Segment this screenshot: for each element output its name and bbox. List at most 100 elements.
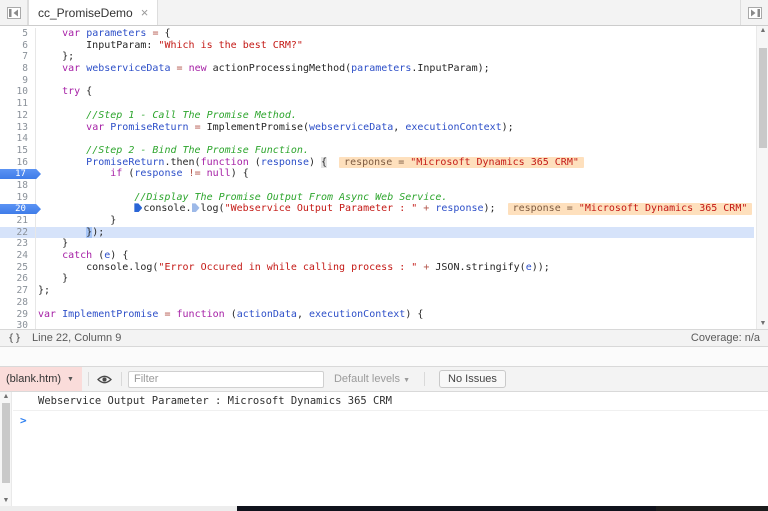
code-token: response [134,168,183,180]
code-lines: 5 var parameters = {6 InputParam: "Which… [0,28,754,329]
code-token: if [110,168,123,180]
inline-value-text: "Microsoft Dynamics 365 CRM" [578,203,748,215]
line-number[interactable]: 17 [0,168,41,180]
code-token: "Which is the best CRM?" [158,39,303,51]
line-number[interactable]: 19 [0,191,36,204]
code-token: != [188,168,201,180]
line-number[interactable]: 25 [0,261,36,274]
line-number[interactable]: 22 [0,226,36,239]
code-token: ); [483,203,496,215]
line-number[interactable]: 18 [0,179,36,192]
code-token: actionData [236,308,297,320]
line-number[interactable]: 26 [0,273,36,286]
code-token: }; [38,285,51,297]
scroll-down-icon[interactable]: ▼ [0,496,12,506]
line-number[interactable]: 12 [0,109,36,122]
line-number[interactable]: 15 [0,144,36,157]
line-number[interactable]: 14 [0,133,36,145]
line-number[interactable]: 7 [0,51,36,64]
code-token: response [260,156,309,168]
console-context-selector[interactable]: (blank.htm) ▼ [0,367,82,391]
code-line: 12 //Step 1 - Call The Promise Method. [0,109,754,122]
console-scrollbar[interactable]: ▲ ▼ [0,392,12,506]
code-line: 28 [0,296,754,309]
code-token: var [38,308,57,320]
line-number[interactable]: 23 [0,238,36,251]
console-scrollbar-thumb[interactable] [2,403,10,483]
line-number[interactable]: 24 [0,250,36,262]
line-number[interactable]: 27 [0,285,36,297]
code-text: } [36,238,754,250]
code-token: JSON.stringify( [429,261,526,273]
chevron-down-icon: ▼ [67,375,74,383]
code-token: .InputParam); [411,63,490,75]
line-number[interactable]: 6 [0,39,36,52]
tab-cc-promisedemo[interactable]: cc_PromiseDemo × [28,0,159,25]
scroll-down-icon[interactable]: ▼ [757,319,768,329]
line-number[interactable]: 8 [0,63,36,75]
code-token: ) { [230,168,249,180]
code-text: //Step 2 - Bind The Promise Function. [36,145,754,157]
source-editor[interactable]: 5 var parameters = {6 InputParam: "Which… [0,26,768,329]
code-text: } [36,215,754,227]
inline-breakpoint-set-icon[interactable] [134,203,143,213]
code-token: PromiseReturn [86,156,165,168]
breakpoint-badge[interactable]: 17 [0,168,41,180]
code-token: log( [200,203,225,215]
code-token: webserviceData [86,63,171,75]
scroll-up-icon[interactable]: ▲ [0,392,12,402]
code-token: parameters [351,63,412,75]
line-number[interactable]: 5 [0,28,36,40]
editor-scrollbar[interactable]: ▲ ▼ [756,26,768,329]
code-line: 20 console. log("Webservice Output Parame… [0,203,754,215]
line-number[interactable]: 29 [0,308,36,321]
no-issues-button[interactable]: No Issues [439,370,506,388]
taskbar-segment [656,506,768,511]
code-line: 13 var PromiseReturn = ImplementPromise(… [0,121,754,134]
line-number[interactable]: 21 [0,215,36,227]
tab-title: cc_PromiseDemo [38,5,133,20]
tab-close-icon[interactable]: × [141,5,149,20]
code-line: 17 if (response != null) { [0,168,754,180]
code-text: var webserviceData = new actionProcessin… [36,63,754,75]
editor-status-bar: {} Line 22, Column 9 Coverage: n/a [0,329,768,347]
inline-value-widget: response = "Microsoft Dynamics 365 CRM" [339,156,584,169]
code-token: function [200,156,249,168]
code-token: ) { [405,308,424,320]
hide-navigator-icon[interactable] [0,0,28,25]
console-prompt-row[interactable]: > [13,411,768,430]
console-prompt-icon: > [20,414,27,427]
line-number[interactable]: 28 [0,296,36,309]
live-expression-eye-icon[interactable] [95,374,115,385]
console-filter-input[interactable] [127,370,324,388]
scroll-up-icon[interactable]: ▲ [757,26,768,36]
code-line: 8 var webserviceData = new actionProcess… [0,63,754,75]
breakpoint-badge[interactable]: 20 [0,203,41,215]
line-number[interactable]: 10 [0,86,36,99]
line-number[interactable]: 30 [0,320,36,329]
inline-value-text: response [344,156,393,168]
line-number[interactable]: 20 [0,203,41,215]
show-debugger-sidebar-icon[interactable] [740,0,768,25]
line-number[interactable]: 16 [0,156,36,169]
log-levels-dropdown[interactable]: Default levels ▼ [334,373,410,385]
code-text: console. log("Webservice Output Parameter… [36,203,754,215]
editor-scrollbar-thumb[interactable] [759,48,767,148]
inline-breakpoint-candidate-icon[interactable] [191,203,200,213]
code-token: try [62,86,81,98]
line-number[interactable]: 13 [0,121,36,134]
taskbar-segment [237,506,656,511]
line-number[interactable]: 9 [0,74,36,87]
pretty-print-icon[interactable]: {} [8,333,22,344]
line-number[interactable]: 11 [0,98,36,110]
code-token: } [38,238,69,250]
